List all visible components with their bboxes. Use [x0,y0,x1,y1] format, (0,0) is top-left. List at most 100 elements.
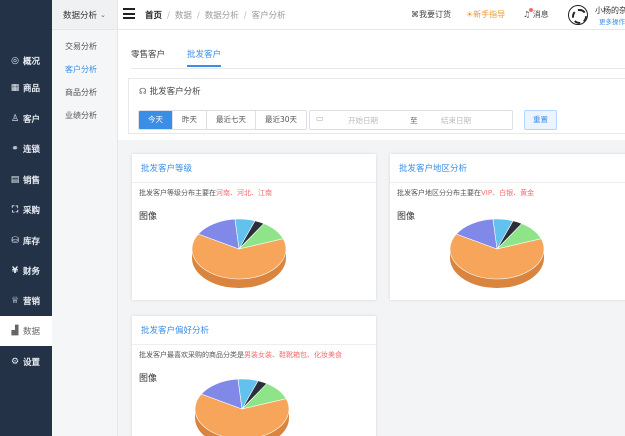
settings-icon: ⚙ [10,357,20,367]
card-title: 批发客户地区分析 [399,164,468,174]
desc-highlight: VIP、白银、黄金 [481,189,535,197]
headset-icon: ☊ [139,87,147,97]
card-divider [390,182,625,183]
sidebar-item-label: 采购 [23,206,41,216]
sidebar-item-data[interactable]: ▟ 数据 [0,316,52,346]
sidebar-item-customers[interactable]: ♙ 客户 [0,104,52,134]
card-title: 批发客户偏好分析 [141,326,210,336]
username: 小杨的杂 [595,6,625,15]
desc-prefix: 批发客户最喜欢采购的商品分类是 [139,351,244,359]
range-7days-button[interactable]: 最近七天 [207,111,256,129]
image-label: 图像 [139,374,158,384]
tab-wholesale[interactable]: 批发客户 [187,48,222,67]
guide-button[interactable]: ☀新手指导 [466,9,505,20]
card-wholesale-preference: 批发客户偏好分析 批发客户最喜欢采购的商品分类是男装女装、鞋靴箱包、化妆美食 图… [132,316,376,436]
sidebar-item-label: 商品 [23,84,41,94]
submenu-item-performance[interactable]: 业绩分析 [52,104,117,127]
guide-label: 新手指导 [473,10,506,19]
card-wholesale-level: 批发客户等级 批发客户等级分布主要在河南、河北、江南 图像 [132,154,376,300]
submenu-header-label: 数据分析 [63,10,98,21]
card-wholesale-region: 批发客户地区分析 批发客户地区分分布主要在VIP、白银、黄金 图像 [390,154,625,300]
menu-toggle-icon[interactable] [123,8,135,20]
pie-chart [194,378,290,436]
cards-area: 批发客户等级 批发客户等级分布主要在河南、河北、江南 图像 批发客户地区分析 批… [118,140,625,436]
sidebar-item-label: 财务 [23,267,41,277]
order-label: 我要订货 [419,10,451,19]
filter-panel: ☊ 批发客户分析 今天 昨天 最近七天 最近30天 ▭ 开始日期 至 结束日期 重… [128,78,625,134]
chevron-down-icon: ⌄ [100,10,106,19]
date-range-picker[interactable]: ▭ 开始日期 至 结束日期 [309,110,513,130]
sales-icon: ▤ [10,175,20,185]
link-icon: ⚭ [11,144,19,154]
card-divider [132,182,376,183]
sidebar-item-label: 客户 [23,115,41,125]
sidebar-item-purchase[interactable]: ⛶ 采购 [0,195,52,225]
order-button[interactable]: ⌘我要订货 [411,9,451,20]
main-content: 零售客户 批发客户 ☊ 批发客户分析 今天 昨天 最近七天 最近30天 ▭ 开始日… [118,30,625,436]
date-range-buttons: 今天 昨天 最近七天 最近30天 [138,110,308,130]
pie-chart [449,218,545,288]
sidebar-item-label: 连锁 [23,145,41,155]
sidebar-item-label: 营销 [23,297,41,307]
submenu-header[interactable]: 数据分析 ⌄ [52,0,117,30]
grid-icon: ▦ [10,83,20,93]
tab-divider [131,68,625,69]
sidebar-item-marketing[interactable]: ♕ 营销 [0,286,52,316]
breadcrumb-data[interactable]: 数据 [175,11,192,21]
more-actions-link[interactable]: 更多操作 [599,16,625,26]
range-yesterday-button[interactable]: 昨天 [173,111,207,129]
stock-icon: ⛁ [11,236,19,246]
sidebar-item-label: 概况 [23,57,41,67]
sidebar-item-label: 数据 [23,327,41,337]
messages-button[interactable]: ♫ 消息 [523,8,549,20]
finance-icon: ¥ [11,266,19,276]
purchase-icon: ⛶ [11,205,19,215]
submenu-item-product[interactable]: 商品分析 [52,81,117,104]
sidebar-item-label: 设置 [23,358,41,368]
range-30days-button[interactable]: 最近30天 [256,111,307,129]
card-description: 批发客户最喜欢采购的商品分类是男装女装、鞋靴箱包、化妆美食 [139,350,342,360]
breadcrumb-analysis[interactable]: 数据分析 [205,11,239,21]
breadcrumb: 首页 / 数据 / 数据分析 / 客户分析 [145,11,286,21]
bell-icon: ♫ [523,8,534,19]
reset-button[interactable]: 重置 [524,110,557,130]
panel-title: ☊ 批发客户分析 [139,85,201,97]
submenu-item-trade[interactable]: 交易分析 [52,35,117,58]
sidebar-item-finance[interactable]: ¥ 财务 [0,256,52,286]
sidebar-item-label: 库存 [23,237,41,247]
sidebar-item-sales[interactable]: ▤ 销售 [0,165,52,195]
main-sidebar: ◎ 概况 ▦ 商品 ♙ 客户 ⚭ 连锁 ▤ 销售 ⛶ 采购 ⛁ 库存 ¥ 财务 ♕ 营销 ▟ 数据 … [0,0,52,436]
range-today-button[interactable]: 今天 [139,111,173,129]
sidebar-item-products[interactable]: ▦ 商品 [0,73,52,103]
breadcrumb-home[interactable]: 首页 [145,11,162,21]
sidebar-item-chain[interactable]: ⚭ 连锁 [0,134,52,164]
desc-highlight: 河南、河北、江南 [216,189,272,197]
card-title: 批发客户等级 [141,164,193,174]
image-label: 图像 [397,212,416,222]
sidebar-item-stock[interactable]: ⛁ 库存 [0,226,52,256]
marketing-icon: ♕ [10,296,20,306]
panel-title-text: 批发客户分析 [149,87,201,97]
pie-chart [191,218,287,288]
card-description: 批发客户地区分分布主要在VIP、白银、黄金 [397,188,534,198]
tab-retail[interactable]: 零售客户 [131,48,165,65]
desc-highlight: 男装女装、鞋靴箱包、化妆美食 [244,351,342,359]
start-date-input[interactable]: 开始日期 [348,115,378,126]
compass-icon: ◎ [11,56,19,66]
order-icon: ⌘ [411,10,419,19]
submenu-item-customer[interactable]: 客户分析 [52,58,117,81]
sub-menu: 数据分析 ⌄ 交易分析 客户分析 商品分析 业绩分析 [52,0,118,436]
desc-prefix: 批发客户等级分布主要在 [139,189,216,197]
card-description: 批发客户等级分布主要在河南、河北、江南 [139,188,272,198]
avatar[interactable] [568,5,588,25]
user-icon: ♙ [10,114,20,124]
chart-icon: ▟ [11,326,19,336]
end-date-input[interactable]: 结束日期 [441,115,471,126]
messages-label: 消息 [532,10,549,19]
sidebar-item-settings[interactable]: ⚙ 设置 [0,347,52,377]
sidebar-item-overview[interactable]: ◎ 概况 [0,46,52,76]
sidebar-item-label: 销售 [23,176,41,186]
top-bar: 首页 / 数据 / 数据分析 / 客户分析 ⌘我要订货 ☀新手指导 ♫ 消息 小杨的杂 更多… [118,0,625,30]
range-separator: 至 [410,116,418,125]
card-divider [132,344,376,345]
